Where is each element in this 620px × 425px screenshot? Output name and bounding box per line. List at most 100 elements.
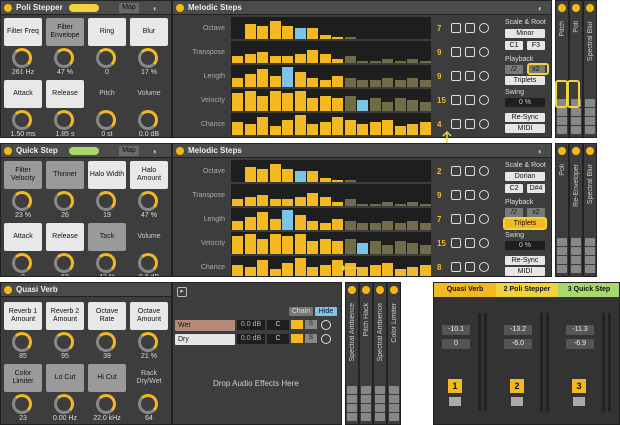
- power-button[interactable]: [572, 4, 580, 12]
- stripe-control[interactable]: [571, 108, 581, 116]
- chain-pan[interactable]: C: [267, 320, 289, 330]
- dice-icon[interactable]: [465, 47, 475, 57]
- power-button[interactable]: [586, 4, 594, 12]
- clear-icon[interactable]: [479, 166, 489, 176]
- stripe-control[interactable]: [571, 247, 581, 255]
- stripe-control[interactable]: [557, 265, 567, 273]
- device-stripe[interactable]: Pitch: [555, 0, 569, 138]
- channel-volume[interactable]: -13.2: [504, 325, 532, 335]
- macro-knob[interactable]: [138, 394, 158, 414]
- device-stripe[interactable]: Spectral Ambience: [373, 282, 387, 425]
- stripe-control[interactable]: [557, 247, 567, 255]
- macro-knob[interactable]: [96, 48, 116, 68]
- dice-icon[interactable]: [465, 238, 475, 248]
- show-hide-icon[interactable]: ◐: [153, 4, 158, 13]
- macro-knob[interactable]: [54, 332, 74, 352]
- randomize-icon[interactable]: [451, 166, 461, 176]
- track-activator[interactable]: 3: [572, 379, 586, 393]
- chain-volume[interactable]: 0.0 dB: [237, 334, 265, 344]
- dice-icon[interactable]: [465, 23, 475, 33]
- clear-icon[interactable]: [479, 47, 489, 57]
- macro-knob[interactable]: [54, 394, 74, 414]
- swing-field[interactable]: 0 %: [505, 241, 545, 250]
- stripe-control[interactable]: [361, 395, 371, 403]
- stripe-control[interactable]: [375, 395, 385, 403]
- randomize-icon[interactable]: [451, 119, 461, 129]
- volume-track[interactable]: [602, 313, 605, 411]
- chain-volume[interactable]: 0.0 dB: [237, 320, 265, 330]
- midi-button[interactable]: MIDI: [505, 124, 545, 133]
- power-button[interactable]: [4, 286, 12, 294]
- clear-icon[interactable]: [479, 23, 489, 33]
- macro-knob[interactable]: [12, 394, 32, 414]
- chain-pan[interactable]: C: [267, 334, 289, 344]
- chain-hot-swap-icon[interactable]: [321, 320, 331, 330]
- macro-knob[interactable]: [138, 191, 158, 211]
- stripe-control[interactable]: [347, 395, 357, 403]
- device-stripe[interactable]: Spectral Blur: [583, 143, 597, 277]
- macro-knob[interactable]: [12, 253, 32, 273]
- device-stripe[interactable]: Spectral Ambience: [345, 282, 359, 425]
- chain-solo[interactable]: S: [305, 320, 317, 329]
- map-button[interactable]: Map: [119, 3, 139, 13]
- dice-icon[interactable]: [465, 262, 475, 272]
- dice-icon[interactable]: [465, 166, 475, 176]
- stripe-control[interactable]: [389, 386, 399, 394]
- stripe-control[interactable]: [361, 404, 371, 412]
- double-speed-button[interactable]: x2: [527, 208, 545, 217]
- randomize-icon[interactable]: [451, 262, 461, 272]
- macro-knob[interactable]: [96, 253, 116, 273]
- macro-knob[interactable]: [138, 253, 158, 273]
- randomize-icon[interactable]: [451, 23, 461, 33]
- channel-volume[interactable]: -10.1: [442, 325, 470, 335]
- device-stripe[interactable]: Poli: [569, 0, 583, 138]
- power-button[interactable]: [176, 4, 184, 12]
- solo-button[interactable]: [511, 397, 523, 406]
- half-speed-button[interactable]: /2: [505, 208, 523, 217]
- macro-knob[interactable]: [54, 253, 74, 273]
- volume-track[interactable]: [478, 313, 481, 411]
- chain-hide-icon[interactable]: ▸: [177, 287, 187, 297]
- randomize-icon[interactable]: [451, 95, 461, 105]
- resync-button[interactable]: Re-Sync: [505, 256, 545, 265]
- stripe-control[interactable]: [571, 238, 581, 246]
- show-hide-icon[interactable]: ◐: [538, 147, 543, 156]
- stripe-control[interactable]: [347, 413, 357, 421]
- stripe-control[interactable]: [557, 117, 567, 125]
- power-button[interactable]: [376, 286, 384, 294]
- chain-solo[interactable]: S: [305, 334, 317, 343]
- power-button[interactable]: [176, 147, 184, 155]
- solo-button[interactable]: [573, 397, 585, 406]
- macro-knob[interactable]: [54, 48, 74, 68]
- clear-icon[interactable]: [479, 119, 489, 129]
- stripe-control[interactable]: [585, 108, 595, 116]
- macro-knob[interactable]: [138, 332, 158, 352]
- clear-icon[interactable]: [479, 71, 489, 81]
- chain-name[interactable]: Wet: [175, 320, 235, 331]
- volume-track[interactable]: [540, 313, 543, 411]
- scale-select[interactable]: Dorian: [505, 172, 545, 181]
- stripe-control[interactable]: [375, 413, 385, 421]
- device-stripe[interactable]: Poli: [555, 143, 569, 277]
- root-b-field[interactable]: D#4: [527, 184, 545, 193]
- stripe-control[interactable]: [585, 99, 595, 107]
- power-button[interactable]: [586, 147, 594, 155]
- root-a-field[interactable]: C1: [505, 41, 523, 50]
- device-stripe[interactable]: Pitch Hack: [359, 282, 373, 425]
- stripe-control[interactable]: [585, 247, 595, 255]
- stripe-control[interactable]: [375, 386, 385, 394]
- color-pill[interactable]: [69, 4, 99, 12]
- clear-icon[interactable]: [479, 262, 489, 272]
- dice-icon[interactable]: [465, 214, 475, 224]
- stripe-control[interactable]: [557, 108, 567, 116]
- chain-button[interactable]: Chain: [289, 307, 313, 316]
- triplets-button[interactable]: Triplets: [505, 76, 545, 85]
- hide-button[interactable]: Hide: [315, 307, 337, 316]
- track-activator[interactable]: 2: [510, 379, 524, 393]
- clear-icon[interactable]: [479, 190, 489, 200]
- channel-name[interactable]: 2 Poli Stepper: [496, 283, 558, 297]
- show-hide-icon[interactable]: ◐: [538, 4, 543, 13]
- channel-pan[interactable]: -6.9: [566, 339, 594, 349]
- device-stripe[interactable]: Spectral Blur: [583, 0, 597, 138]
- root-b-field[interactable]: F3: [527, 41, 545, 50]
